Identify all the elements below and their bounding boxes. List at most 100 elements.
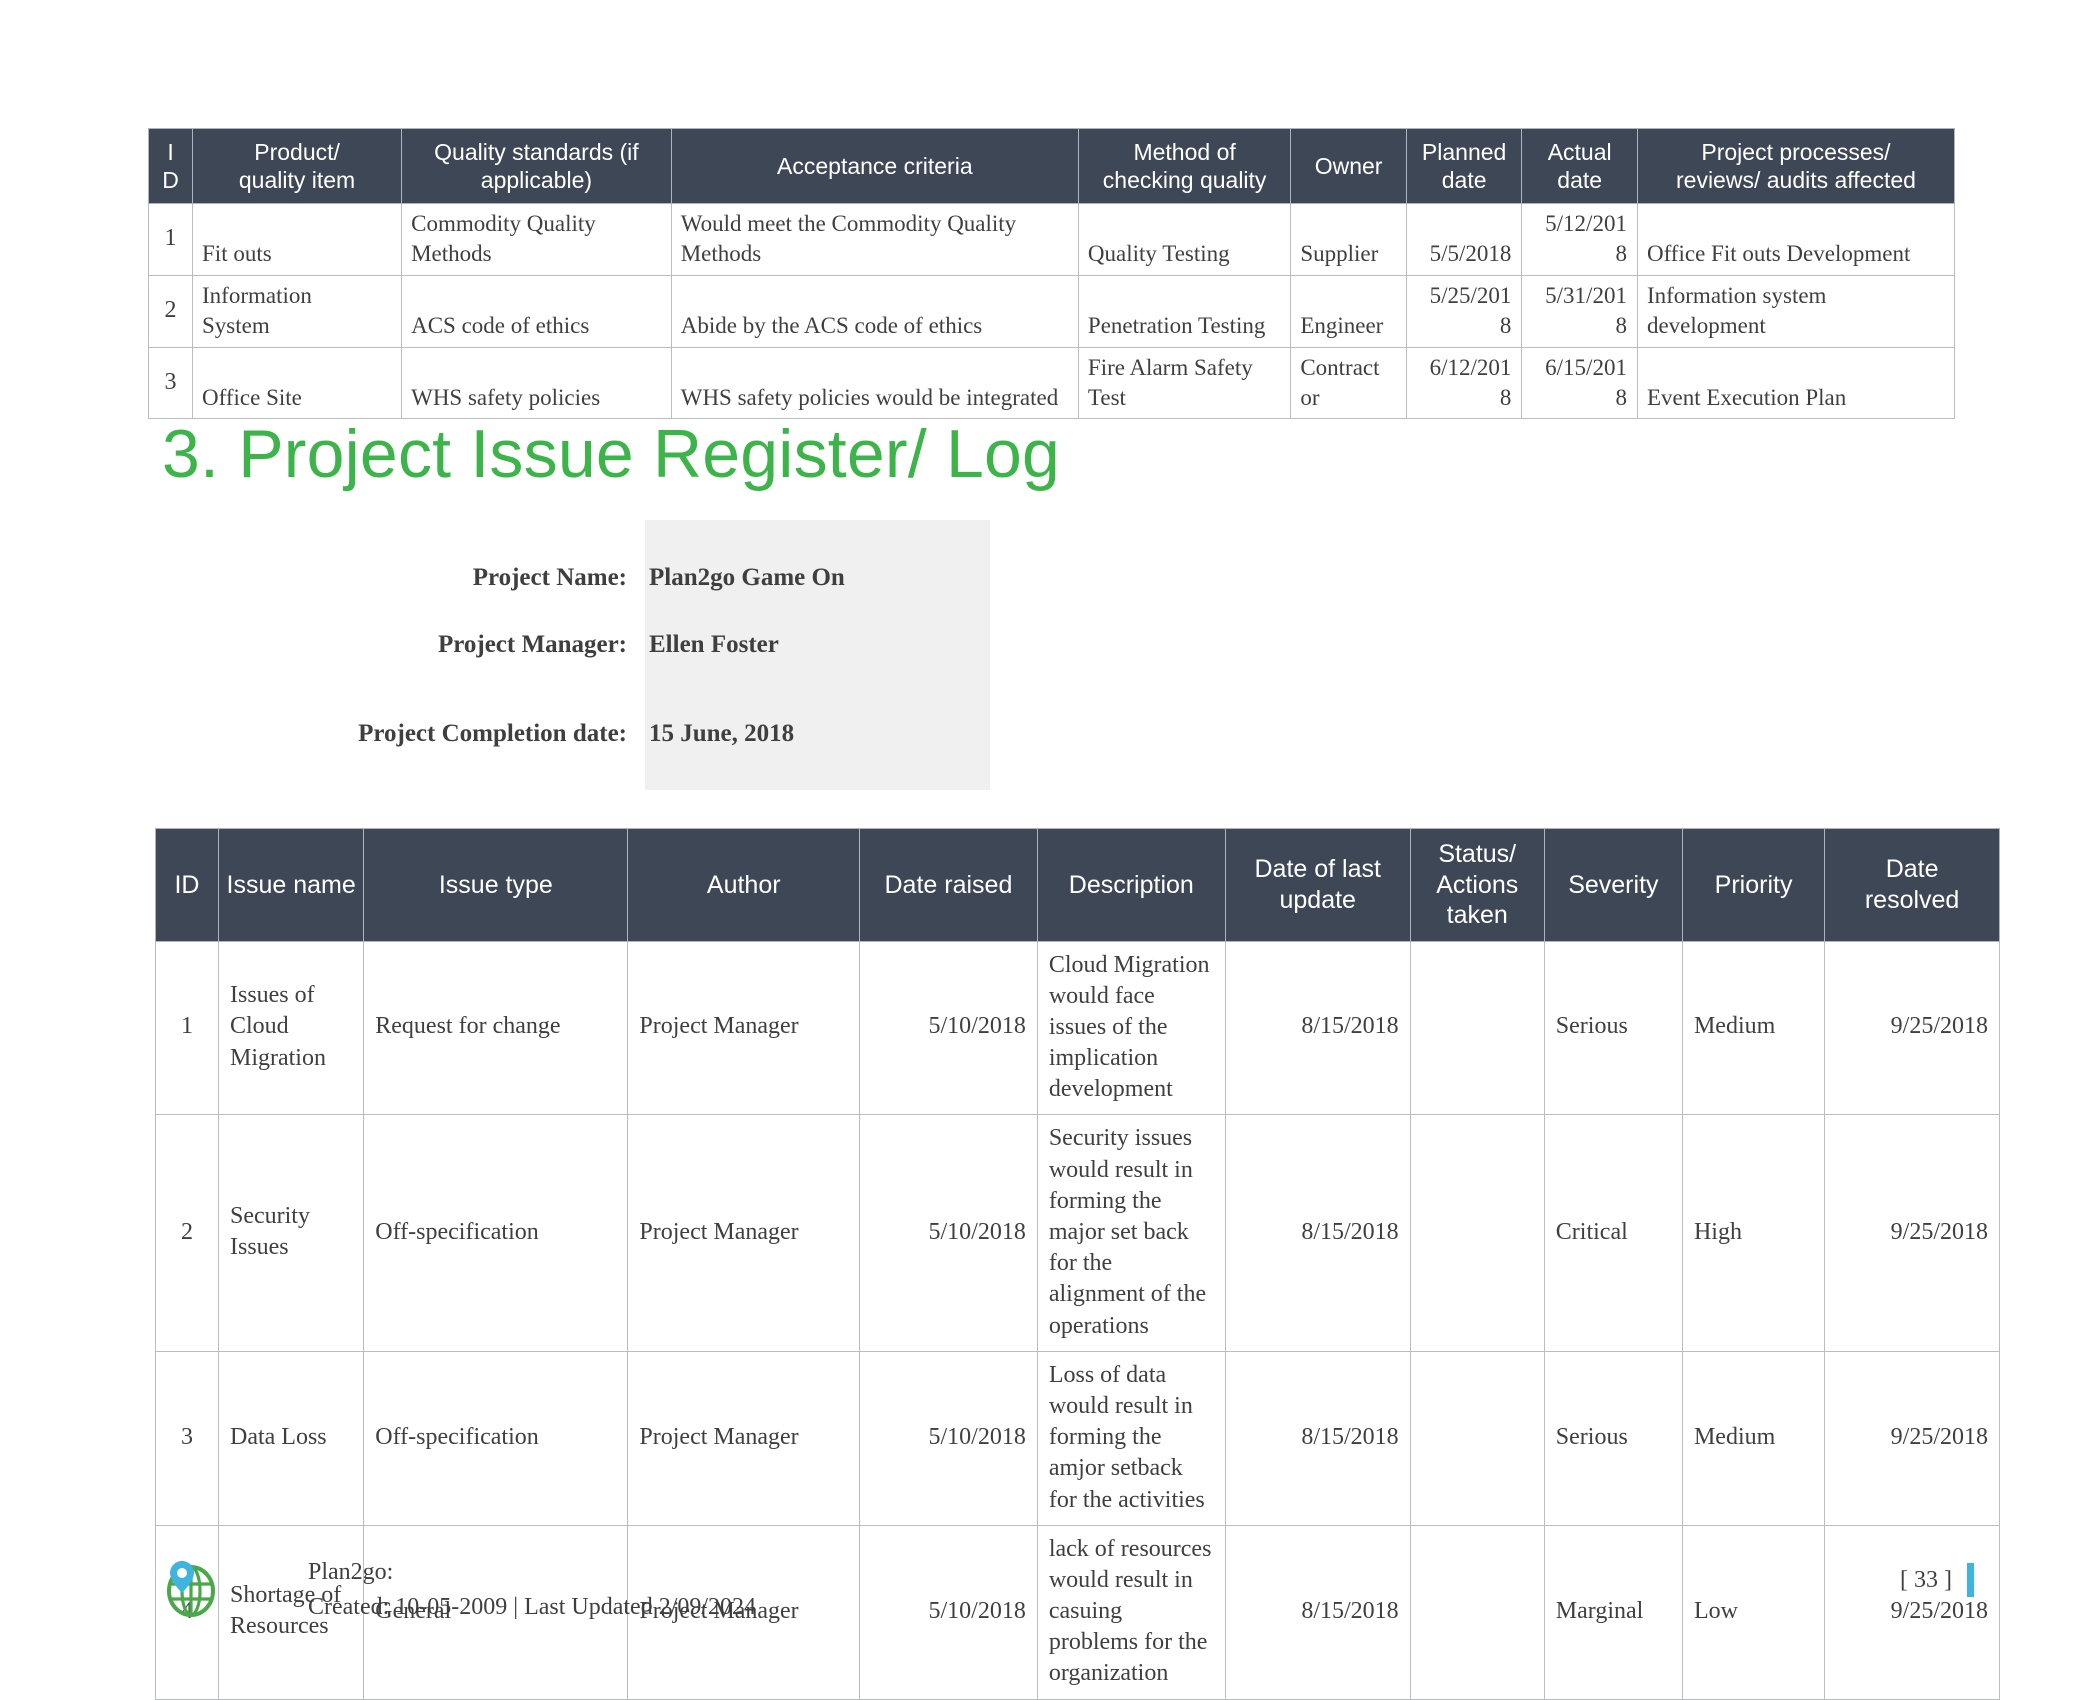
cell-date-resolved: 9/25/2018: [1824, 1114, 2000, 1352]
cell-acceptance-line1: [681, 353, 1069, 383]
cell-actual-date: 5/31/201 8: [1521, 274, 1638, 348]
col-header-severity: Severity: [1543, 828, 1683, 942]
col-header-issue-name: Issue name: [217, 828, 365, 942]
cell-owner: Contract or: [1290, 346, 1407, 420]
cell-priority: High: [1681, 1114, 1826, 1352]
plan2go-globe-pin-icon: [160, 1557, 222, 1619]
cell-status-actions: [1409, 940, 1545, 1116]
cell-actual-line1: 5/31/201: [1545, 282, 1627, 308]
project-manager-label: Project Manager:: [437, 631, 627, 658]
project-name-value: Plan2go Game On: [649, 564, 845, 591]
project-manager-row: Project Manager: Ellen Foster: [300, 609, 990, 698]
cell-acceptance: Would meet the Commodity Quality Methods: [670, 203, 1079, 276]
cell-actual-line1: 6/15/201: [1545, 354, 1627, 380]
cell-quality-item-line2: Fit outs: [202, 240, 272, 266]
cell-processes: Office Fit outs Development: [1636, 203, 1956, 276]
cell-method: Penetration Testing: [1077, 274, 1292, 348]
cell-standards: ACS code of ethics: [401, 274, 672, 348]
col-header-status-line3: taken: [1446, 901, 1508, 929]
cell-date-raised: 5/10/2018: [859, 1114, 1038, 1352]
cell-issue-name: Security Issues: [217, 1114, 365, 1352]
cell-planned-date: 5/5/2018: [1405, 203, 1523, 276]
col-header-standards-line2: applicable): [480, 167, 593, 194]
cell-actual-date: 6/15/201 8: [1521, 346, 1638, 420]
cell-acceptance: WHS safety policies would be integrated: [670, 346, 1079, 420]
project-info-block: Project Name: Plan2go Game On Project Ma…: [300, 520, 990, 790]
cell-issue-type: Request for change: [363, 940, 629, 1116]
cell-description: Security issues would result in forming …: [1036, 1114, 1226, 1352]
cell-priority: Medium: [1681, 940, 1826, 1116]
cell-actual-date: 5/12/201 8: [1521, 203, 1638, 276]
project-completion-value: 15 June, 2018: [649, 720, 795, 747]
footer-accent-bar: [1967, 1563, 1974, 1597]
col-header-description: Description: [1036, 828, 1226, 942]
table-row: 3 Data Loss Off-specification Project Ma…: [155, 1350, 2000, 1526]
col-header-date-resolved-line1: Date: [1885, 855, 1939, 884]
cell-method: Quality Testing: [1077, 203, 1292, 276]
table-row: 1 Fit outs Commodity Quality Methods Wou…: [147, 203, 1956, 276]
cell-standards-line1: Commodity Quality: [411, 211, 596, 237]
cell-id: 3: [155, 1350, 219, 1526]
cell-owner-line2: or: [1300, 384, 1320, 410]
cell-date-raised: 5/10/2018: [859, 1350, 1038, 1526]
cell-planned-line1: [1416, 209, 1512, 239]
cell-processes-line1: Information system: [1646, 282, 1827, 308]
col-header-method-line2: checking quality: [1102, 167, 1267, 194]
col-header-id: ID: [155, 828, 219, 942]
cell-owner: Engineer: [1290, 274, 1407, 348]
col-header-method-line1: Method of: [1133, 139, 1236, 165]
cell-status-actions: [1409, 1114, 1545, 1352]
cell-standards: Commodity Quality Methods: [401, 203, 672, 276]
cell-severity: Critical: [1543, 1114, 1683, 1352]
cell-standards-line1: [411, 353, 662, 383]
col-header-actual-line1: Actual: [1547, 139, 1612, 165]
cell-standards: WHS safety policies: [401, 346, 672, 420]
col-header-product: Product/ quality item: [192, 127, 403, 205]
col-header-planned-date: Planned date: [1405, 127, 1523, 205]
cell-author: Project Manager: [627, 1350, 861, 1526]
cell-planned-line1: 5/25/201: [1429, 282, 1512, 308]
cell-acceptance-line2: Abide by the ACS code of ethics: [680, 312, 983, 338]
cell-actual-line2: 8: [1615, 312, 1627, 338]
cell-acceptance: Abide by the ACS code of ethics: [670, 274, 1079, 348]
cell-method-line1: [1088, 281, 1281, 311]
cell-id: 2: [155, 1114, 219, 1352]
issue-table-header-row: ID Issue name Issue type Author Date rai…: [155, 828, 2000, 942]
col-header-status-line2: Actions: [1436, 870, 1519, 899]
cell-method-line2: Penetration Testing: [1087, 312, 1266, 338]
cell-planned-line2: 5/5/2018: [1429, 240, 1512, 266]
cell-acceptance-line1: [681, 281, 1069, 311]
cell-method: Fire Alarm Safety Test: [1077, 346, 1292, 420]
quality-table-header-row: I D Product/ quality item Quality standa…: [147, 127, 1956, 205]
cell-quality-item-line2: System: [202, 312, 270, 338]
cell-owner: Supplier: [1290, 203, 1407, 276]
cell-processes-line1: [1647, 209, 1945, 239]
cell-acceptance-line2: WHS safety policies would be integrated: [680, 384, 1059, 410]
page-number: [ 33 ]: [1900, 1567, 1952, 1593]
project-name-label: Project Name:: [472, 564, 627, 591]
cell-author: Project Manager: [627, 1114, 861, 1352]
cell-quality-item: Office Site: [192, 346, 403, 420]
cell-processes: Event Execution Plan: [1636, 346, 1956, 420]
col-header-id-line1: I: [167, 139, 174, 165]
cell-owner-line1: Contract: [1300, 354, 1380, 380]
col-header-standards-line1: Quality standards (if: [434, 139, 639, 165]
cell-date-resolved: 9/25/2018: [1824, 940, 2000, 1116]
cell-standards-line2: ACS code of ethics: [411, 312, 590, 338]
cell-issue-name: Data Loss: [217, 1350, 365, 1526]
col-header-method: Method of checking quality: [1077, 127, 1292, 205]
cell-processes-line2: Office Fit outs Development: [1646, 240, 1911, 266]
cell-owner-line1: [1300, 209, 1397, 239]
cell-processes-line2: development: [1646, 312, 1766, 338]
cell-standards-line1: [411, 281, 662, 311]
quality-items-table-container: I D Product/ quality item Quality standa…: [147, 127, 1956, 420]
cell-acceptance-line1: Would meet the Commodity Quality: [680, 211, 1017, 237]
cell-planned-line1: 6/12/201: [1429, 354, 1512, 380]
cell-actual-line1: 5/12/201: [1545, 211, 1627, 237]
cell-owner-line2: Supplier: [1300, 240, 1379, 266]
col-header-date-raised: Date raised: [859, 828, 1038, 942]
cell-method-line2: Quality Testing: [1087, 240, 1230, 266]
cell-standards-line2: Methods: [411, 240, 492, 266]
col-header-owner: Owner: [1290, 127, 1407, 205]
cell-id: 3: [147, 346, 194, 420]
